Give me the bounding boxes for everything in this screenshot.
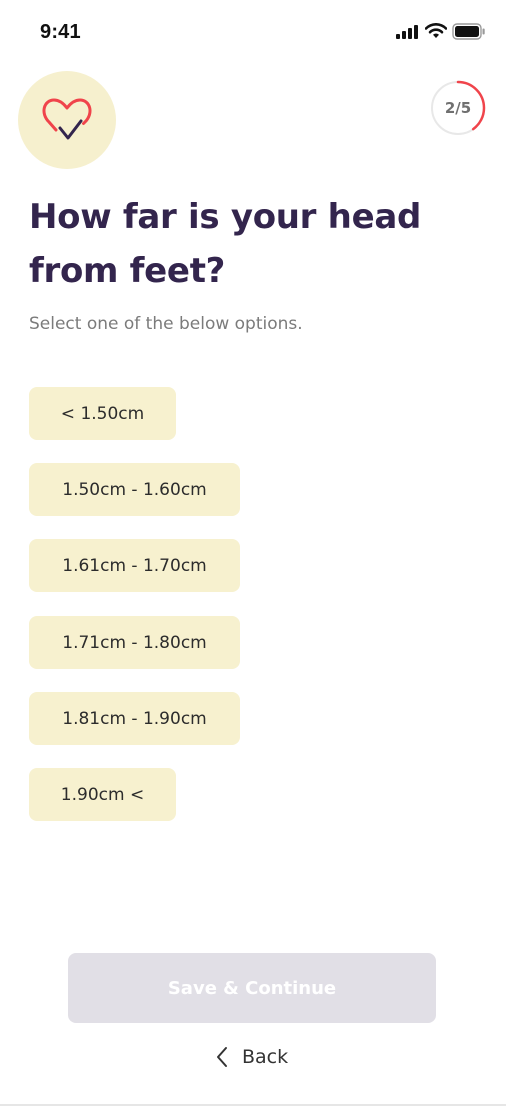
app-logo-badge (18, 71, 116, 169)
battery-icon (452, 23, 485, 40)
signal-icon (396, 25, 418, 39)
chevron-left-icon (217, 1047, 227, 1067)
back-label: Back (242, 1046, 289, 1068)
option-150-160[interactable]: 1.50cm - 1.60cm (29, 463, 240, 516)
page-title: How far is your head from feet? (29, 197, 422, 291)
status-bar: 9:41 (0, 0, 506, 62)
option-under-150[interactable]: < 1.50cm (29, 387, 176, 440)
heart-check-icon (42, 98, 92, 140)
status-icons (396, 22, 488, 42)
status-time: 9:41 (40, 21, 81, 43)
progress-label: 2/5 (444, 99, 472, 117)
page-subtitle: Select one of the below options. (29, 314, 303, 334)
progress-indicator: 2/5 (430, 80, 486, 136)
option-161-170[interactable]: 1.61cm - 1.70cm (29, 539, 240, 592)
back-button[interactable]: Back (216, 1040, 288, 1074)
wifi-icon (425, 23, 447, 38)
option-171-180[interactable]: 1.71cm - 1.80cm (29, 616, 240, 669)
option-over-190[interactable]: 1.90cm < (29, 768, 176, 821)
option-181-190[interactable]: 1.81cm - 1.90cm (29, 692, 240, 745)
bottom-divider (0, 1104, 506, 1106)
save-continue-button[interactable]: Save & Continue (68, 953, 436, 1023)
